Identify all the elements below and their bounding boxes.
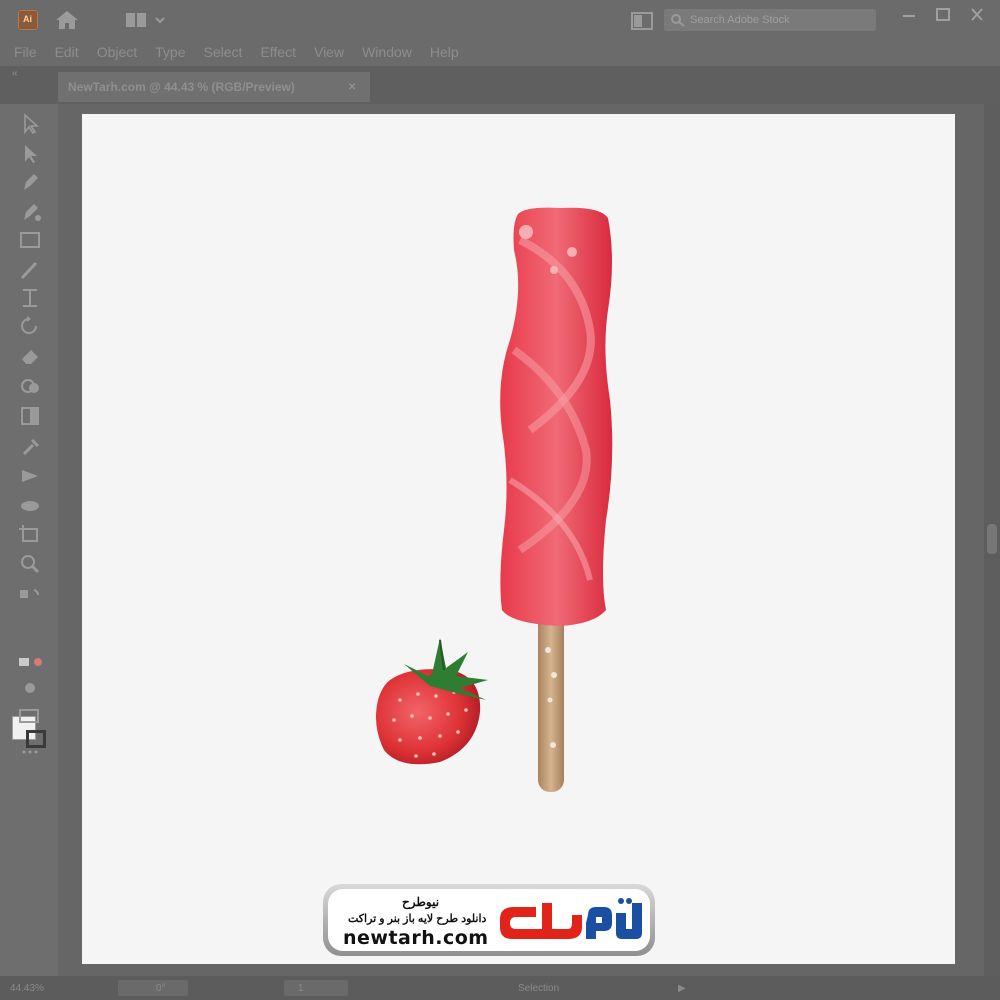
vertical-scrollbar[interactable] [984,104,1000,976]
app-bar: Ai [0,0,1000,38]
workspace-switcher-icon[interactable] [124,11,170,29]
rectangle-tool-icon[interactable] [16,228,44,252]
rotation-field[interactable] [118,980,188,996]
status-bar: 44.43% 0° 1 Selection ▶ [0,976,1000,1000]
menu-type[interactable]: Type [155,44,185,60]
eraser-tool-icon[interactable] [16,344,44,368]
menu-effect[interactable]: Effect [260,44,296,60]
width-tool-icon[interactable] [16,494,44,518]
rotation-value: 0° [156,983,166,994]
shaper-tool-icon[interactable] [16,286,44,310]
home-icon[interactable] [54,9,80,31]
vertical-scrollbar-thumb[interactable] [987,524,997,554]
search-input[interactable] [690,12,870,28]
panel-collapse-button[interactable]: « [12,68,52,80]
direct-selection-tool-icon[interactable] [16,142,44,166]
newtarh-logo [496,893,648,949]
color-mode-icon[interactable] [16,650,44,674]
popsicle-illustration[interactable] [490,200,630,800]
draw-mode-icon[interactable] [16,676,44,700]
menu-view[interactable]: View [314,44,344,60]
artboard-number: 1 [298,983,304,994]
zoom-tool-icon[interactable] [16,552,44,576]
watermark-tagline: دانلود طرح لایه باز بنر و تراکت [348,913,487,925]
zoom-level[interactable]: 44.43% [10,983,44,994]
play-icon[interactable]: ▶ [678,983,686,994]
shape-builder-tool-icon[interactable] [16,374,44,398]
more-tools-icon[interactable] [16,740,44,764]
menu-object[interactable]: Object [97,44,137,60]
document-tab-close-button[interactable]: × [348,78,356,94]
menu-select[interactable]: Select [204,44,243,60]
search-icon [670,13,686,27]
minimize-icon[interactable] [898,6,920,24]
watermark-brand-name: نیوطرح [402,895,440,909]
pen-tool-icon[interactable] [16,170,44,194]
screen-mode-icon[interactable] [16,704,44,728]
curvature-tool-icon[interactable] [16,200,44,224]
artboard-tool-icon[interactable] [16,522,44,546]
arrange-documents-icon[interactable] [630,11,654,31]
menu-bar: File Edit Object Type Select Effect View… [0,38,1000,66]
menu-file[interactable]: File [14,44,37,60]
menu-window[interactable]: Window [362,44,412,60]
selection-tool-icon[interactable] [16,112,44,136]
illustrator-logo-text: Ai [23,14,32,24]
maximize-icon[interactable] [932,6,954,24]
artboard-navigator[interactable] [284,980,348,996]
current-tool-status[interactable]: Selection [518,983,559,994]
eyedropper-tool-icon[interactable] [16,434,44,458]
tools-panel [0,104,58,976]
gradient-tool-icon[interactable] [16,404,44,428]
document-tab-title: NewTarh.com @ 44.43 % (RGB/Preview) [68,80,295,94]
menu-edit[interactable]: Edit [55,44,79,60]
paintbrush-tool-icon[interactable] [16,258,44,282]
watermark-url: newtarh.com [343,927,489,949]
blend-tool-icon[interactable] [16,464,44,488]
default-colors-icon[interactable] [16,586,44,610]
menu-help[interactable]: Help [430,44,459,60]
illustrator-logo: Ai [18,10,38,30]
watermark-inner: نیوطرح دانلود طرح لایه باز بنر و تراکت n… [328,889,650,951]
rotate-tool-icon[interactable] [16,314,44,338]
close-icon[interactable] [966,6,988,24]
strawberry-illustration[interactable] [370,630,500,770]
search-field[interactable] [664,9,876,31]
document-tab[interactable]: NewTarh.com @ 44.43 % (RGB/Preview) × [58,72,370,102]
newtarh-watermark-badge: نیوطرح دانلود طرح لایه باز بنر و تراکت n… [323,884,655,956]
